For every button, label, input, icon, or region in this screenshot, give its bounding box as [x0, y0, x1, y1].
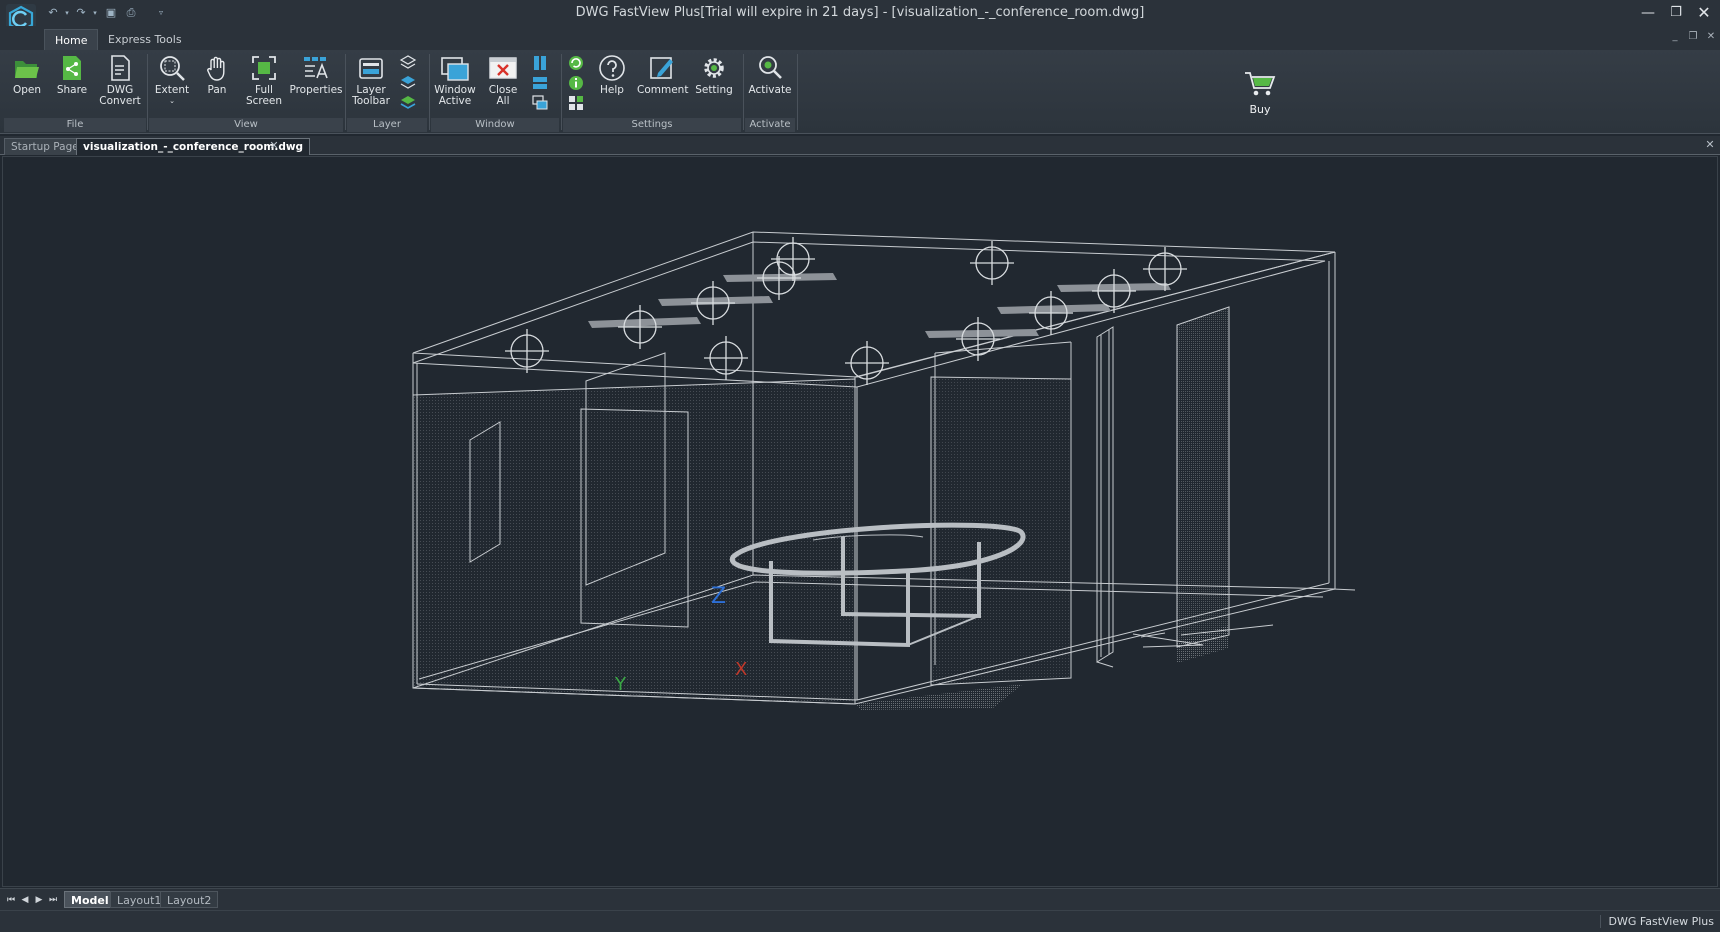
fullscreen-icon [252, 56, 276, 80]
comment-button[interactable]: Comment [637, 54, 688, 96]
next-layout-icon[interactable]: ▶ [32, 893, 46, 907]
ribbon-divider [147, 54, 148, 130]
properties-icon [304, 57, 328, 79]
activate-button[interactable]: Activate [745, 54, 795, 96]
cart-icon [1245, 72, 1276, 96]
layer-toolbar-button[interactable]: Layer Toolbar [347, 54, 395, 107]
save-icon[interactable]: ▣ [104, 5, 118, 21]
minimize-icon[interactable]: — [1635, 2, 1661, 24]
activate-search-icon [759, 56, 782, 79]
file-group: Open Share DWG Convert File [4, 52, 146, 132]
restore-icon[interactable]: ❐ [1663, 2, 1689, 24]
settings-group-label: Settings [563, 118, 741, 132]
layout-tab-bar: ⏮ ◀ ▶ ⏭ Model Layout1 Layout2 [0, 888, 1720, 910]
activate-group-label: Activate [745, 118, 795, 132]
extent-dropdown-icon[interactable]: ⌄ [151, 96, 193, 107]
x-axis-label: X [735, 659, 747, 680]
cascade-icon[interactable] [531, 94, 549, 112]
layer-group: Layer Toolbar Layer [347, 52, 427, 132]
tab-close-icon[interactable]: ✕ [268, 138, 280, 153]
last-layout-icon[interactable]: ⏭ [46, 893, 60, 907]
ribbon-divider [797, 54, 798, 130]
help-icon [599, 55, 625, 81]
drawing-canvas[interactable]: Z Y X [2, 156, 1718, 887]
redo-icon[interactable]: ↷ [74, 5, 88, 21]
document-tab-bar: Startup Page visualization_-_conference_… [0, 136, 1720, 155]
tab-startup-page[interactable]: Startup Page [4, 138, 86, 155]
tab-express-tools[interactable]: Express Tools [98, 29, 192, 50]
view-group: Extent ⌄ Pan Full Screen Properties View [149, 52, 343, 132]
close-document-icon[interactable]: ✕ [1704, 138, 1716, 152]
close-icon[interactable]: ✕ [1691, 2, 1717, 24]
properties-button[interactable]: Properties [289, 54, 343, 96]
first-layout-icon[interactable]: ⏮ [4, 893, 18, 907]
window-group: Window Active Close All Window [431, 52, 559, 132]
full-screen-button[interactable]: Full Screen [241, 54, 287, 107]
window-active-icon [441, 57, 469, 81]
status-app-name: DWG FastView Plus [1599, 915, 1714, 928]
gear-icon [704, 58, 724, 78]
file-group-label: File [4, 118, 146, 132]
close-all-icon [489, 57, 517, 79]
customize-quick-access-icon[interactable]: ▿ [154, 5, 168, 21]
ribbon-divider [345, 54, 346, 130]
tab-home[interactable]: Home [44, 29, 99, 50]
buy-button[interactable]: Buy [1232, 70, 1288, 116]
refresh-icon[interactable] [567, 54, 585, 72]
undo-icon[interactable]: ↶ [46, 5, 60, 21]
tab-model[interactable]: Model [64, 891, 116, 908]
ribbon: Open Share DWG Convert File Extent ⌄ Pan… [0, 50, 1720, 134]
print-icon[interactable]: ⎙ [124, 5, 138, 21]
share-icon [63, 56, 81, 80]
layer-state-icon[interactable] [399, 74, 417, 92]
layer-group-label: Layer [347, 118, 427, 132]
comment-icon [650, 57, 673, 79]
apps-grid-icon[interactable] [567, 94, 585, 112]
open-button[interactable]: Open [6, 54, 48, 96]
conference-room-drawing[interactable]: Z Y X [3, 157, 1719, 888]
pan-button[interactable]: Pan [197, 54, 237, 96]
folder-open-icon [15, 61, 39, 78]
ceiling-lights [588, 273, 1171, 338]
zoom-extent-icon [160, 56, 185, 81]
mdi-close-icon[interactable]: ✕ [1704, 30, 1718, 44]
mdi-restore-icon[interactable]: ❐ [1686, 30, 1700, 44]
status-bar: DWG FastView Plus [0, 910, 1720, 932]
ribbon-tab-bar: Home Express Tools _ ❐ ✕ [0, 26, 1720, 50]
room-wireframe [412, 231, 1356, 710]
layer-previous-icon[interactable] [399, 94, 417, 112]
layer-stack-icon[interactable] [399, 54, 417, 72]
mdi-minimize-icon[interactable]: _ [1668, 30, 1682, 44]
activate-group: Activate Activate [745, 52, 795, 132]
z-axis-label: Z [711, 584, 726, 609]
undo-dropdown-icon[interactable]: ▾ [60, 5, 74, 21]
ribbon-divider [429, 54, 430, 130]
previous-layout-icon[interactable]: ◀ [18, 893, 32, 907]
share-button[interactable]: Share [52, 54, 92, 96]
redo-dropdown-icon[interactable]: ▾ [88, 5, 102, 21]
ribbon-divider [561, 54, 562, 130]
dwg-convert-icon [111, 55, 130, 81]
info-icon[interactable] [567, 74, 585, 92]
window-active-button[interactable]: Window Active [431, 54, 479, 107]
title-bar: ↶ ▾ ↷ ▾ ▣ ⎙ ▿ DWG FastView Plus[Trial wi… [0, 0, 1720, 34]
setting-button[interactable]: Setting [691, 54, 737, 96]
ribbon-divider [743, 54, 744, 130]
layer-toolbar-icon [359, 58, 383, 79]
help-button[interactable]: Help [591, 54, 633, 96]
extent-button[interactable]: Extent ⌄ [151, 54, 193, 107]
dwg-convert-button[interactable]: DWG Convert [96, 54, 144, 107]
close-all-button[interactable]: Close All [481, 54, 525, 107]
y-axis-label: Y [614, 674, 627, 695]
hand-icon [207, 56, 225, 81]
tile-horizontal-icon[interactable] [531, 74, 549, 92]
window-group-label: Window [431, 118, 559, 132]
window-title: DWG FastView Plus[Trial will expire in 2… [575, 5, 1145, 20]
tab-layout2[interactable]: Layout2 [160, 891, 219, 908]
view-group-label: View [149, 118, 343, 132]
tile-vertical-icon[interactable] [531, 54, 549, 72]
settings-group: Help Comment Setting Settings [563, 52, 741, 132]
